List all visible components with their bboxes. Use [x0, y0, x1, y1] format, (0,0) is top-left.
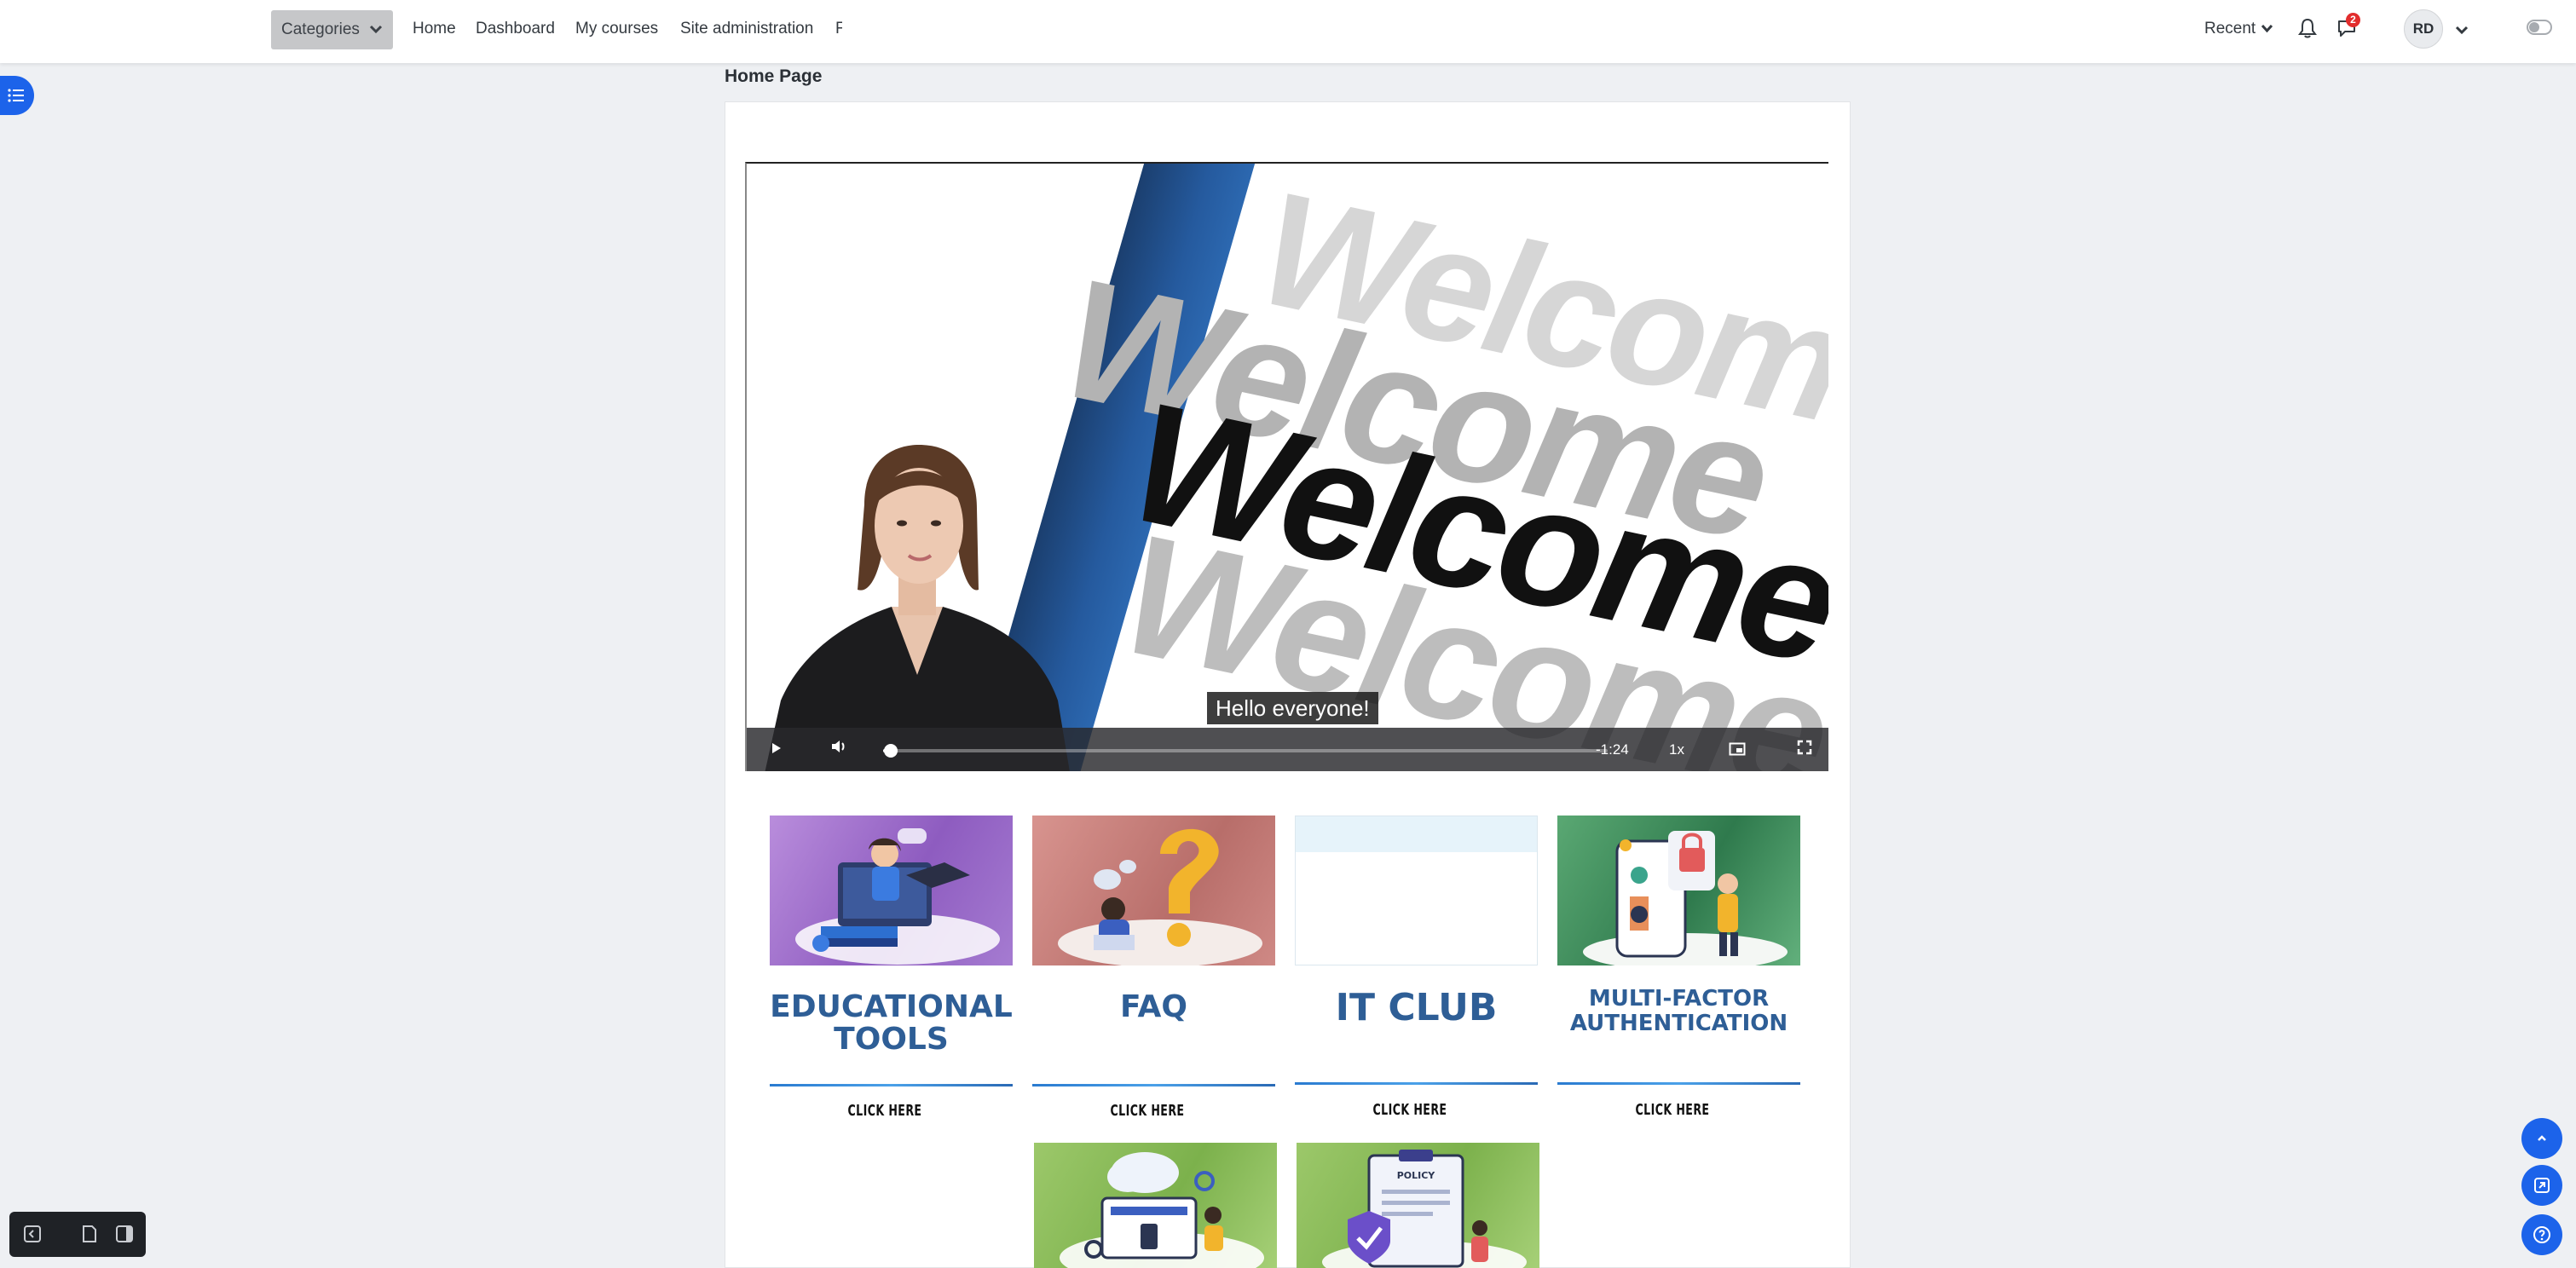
volume-icon[interactable] [830, 739, 847, 771]
video-caption: Hello everyone! [1207, 692, 1378, 724]
nav-dashboard[interactable]: Dashboard [476, 0, 555, 58]
tile-title-line1: EDUCATIONAL [770, 989, 1013, 1024]
question-mark-illustration [1032, 816, 1275, 965]
chevron-down-icon [2261, 24, 2273, 33]
teacher-laptop-illustration [770, 816, 1013, 965]
tile-divider [1557, 1082, 1800, 1085]
tile-cloud-computing[interactable] [1034, 1143, 1277, 1268]
page-title: Home Page [725, 66, 823, 86]
tile-it-club[interactable]: IT CLUB CLICK HERE [1295, 816, 1538, 1131]
click-here-link[interactable]: CLICK HERE [1058, 1102, 1238, 1120]
bell-icon[interactable] [2298, 18, 2317, 43]
video-control-bar: -1:24 1x [747, 728, 1828, 771]
categories-dropdown[interactable]: Categories [271, 10, 393, 49]
bottom-toolbar [9, 1212, 146, 1257]
cloud-computer-illustration [1034, 1143, 1277, 1268]
tile-educational-tools[interactable]: EDUCATIONAL TOOLS CLICK HERE [770, 816, 1013, 1131]
tile-title-line2: AUTHENTICATION [1569, 1011, 1788, 1036]
list-icon [8, 89, 24, 102]
nav-more-truncated[interactable]: F [835, 0, 842, 58]
chevron-down-icon[interactable] [2455, 24, 2469, 39]
tile-divider [770, 1084, 1013, 1086]
playback-speed-button[interactable]: 1x [1669, 739, 1684, 771]
click-here-link[interactable]: CLICK HERE [1583, 1101, 1763, 1119]
tile-title-line1: FAQ [1120, 989, 1187, 1024]
expand-button[interactable] [2521, 1165, 2562, 1206]
presenter-image [765, 445, 1070, 771]
picture-in-picture-icon[interactable] [1729, 741, 1746, 771]
nav-home[interactable]: Home [413, 0, 456, 58]
click-here-link[interactable]: CLICK HERE [1320, 1101, 1500, 1119]
click-here-link[interactable]: CLICK HERE [795, 1102, 975, 1120]
nav-site-administration[interactable]: Site administration [680, 0, 813, 58]
theme-toggle[interactable] [2527, 20, 2552, 35]
help-icon [2533, 1226, 2550, 1243]
tile-policy[interactable]: POLICY [1297, 1143, 1539, 1268]
page-icon[interactable] [81, 1225, 98, 1248]
tile-title-line1: MULTI-FACTOR [1588, 986, 1770, 1012]
fullscreen-icon[interactable] [1797, 740, 1812, 771]
user-avatar[interactable]: RD [2404, 9, 2443, 49]
tile-title-line2: TOOLS [834, 1022, 949, 1057]
policy-document-illustration: POLICY [1297, 1143, 1539, 1268]
course-index-toggle[interactable] [0, 76, 34, 115]
recent-dropdown[interactable]: Recent [2204, 0, 2273, 58]
tile-title-line1: IT CLUB [1335, 986, 1498, 1029]
video-progress-handle[interactable] [883, 744, 898, 758]
tile-divider [1295, 1082, 1538, 1085]
tile-divider [1032, 1084, 1275, 1086]
tile-multi-factor-authentication[interactable]: MULTI-FACTOR AUTHENTICATION CLICK HERE [1557, 816, 1800, 1131]
video-player[interactable]: Welcome Welcome Welcome Welcome Hello ev… [745, 162, 1828, 771]
back-to-top-button[interactable] [2521, 1118, 2562, 1159]
blank-image [1295, 816, 1538, 965]
help-button[interactable] [2521, 1214, 2562, 1255]
expand-icon [2534, 1178, 2550, 1193]
collapse-panel-icon[interactable] [23, 1225, 42, 1248]
top-navbar: Categories Home Dashboard My courses Sit… [0, 0, 2576, 63]
chevron-down-icon [369, 25, 383, 34]
messages-badge: 2 [2346, 13, 2360, 27]
sidebar-panel-icon[interactable] [115, 1225, 134, 1248]
categories-label: Categories [281, 20, 360, 38]
video-progress-bar[interactable] [883, 744, 1608, 758]
recent-label: Recent [2204, 20, 2256, 37]
tile-faq[interactable]: FAQ CLICK HERE [1032, 816, 1275, 1131]
time-remaining: -1:24 [1596, 741, 1629, 758]
phone-lock-illustration [1557, 816, 1800, 965]
chevron-up-icon [2538, 1135, 2546, 1141]
play-icon[interactable] [771, 740, 783, 771]
nav-my-courses[interactable]: My courses [575, 0, 658, 58]
policy-label: POLICY [1397, 1170, 1436, 1181]
